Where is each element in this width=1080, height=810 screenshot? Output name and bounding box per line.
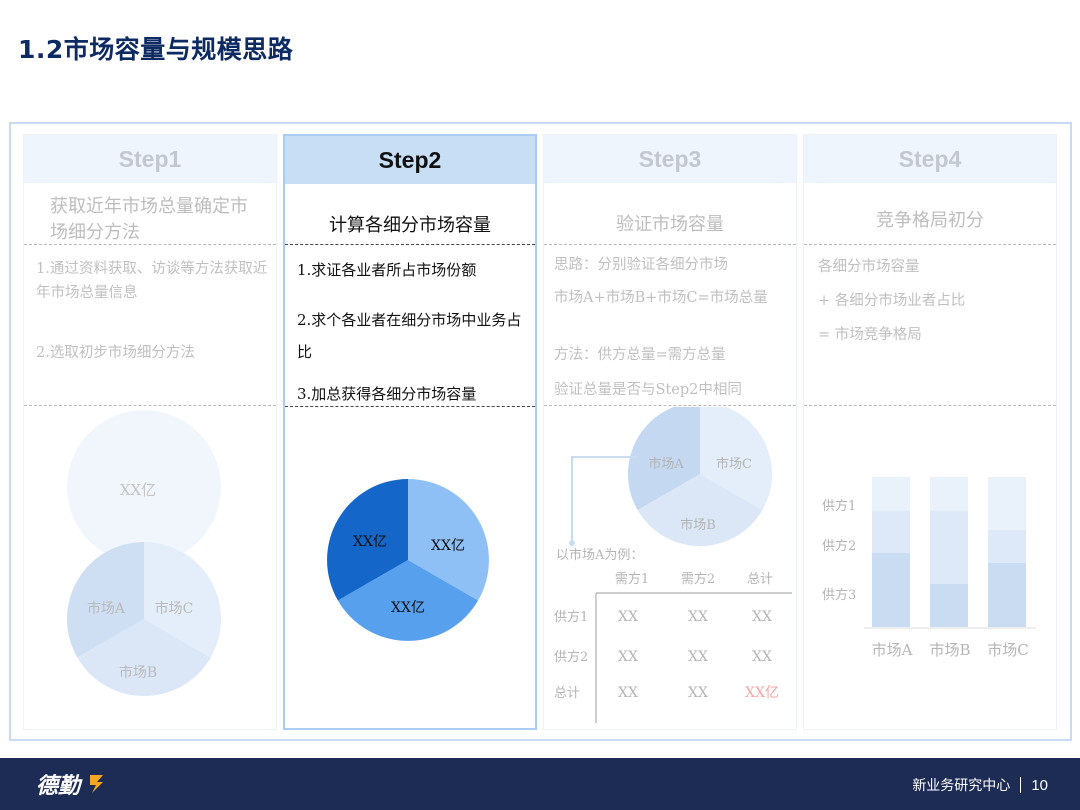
table-cell: XX: [688, 649, 708, 665]
segment-pie: 市场A 市场C 市场B: [66, 542, 222, 697]
segment-pie: 市场A 市场C 市场B: [628, 407, 772, 547]
pie-label: 市场A: [87, 600, 126, 617]
step1-header: Step1: [24, 135, 276, 183]
bar-segment: [872, 511, 910, 553]
step3-subtitle: 验证市场容量: [616, 214, 724, 235]
series-label: 供方2: [822, 538, 856, 554]
divider: [544, 405, 796, 406]
table-cell: XX: [752, 609, 772, 625]
bar-segment: [930, 477, 968, 511]
step1-subtitle: 获取近年市场总量确定市场细分方法: [50, 196, 248, 243]
step3-item: 市场A+市场B+市场C=市场总量: [554, 290, 768, 306]
pie-label: 市场C: [155, 600, 194, 617]
pie-label: XX亿: [431, 538, 465, 554]
example-label: 以市场A为例：: [556, 547, 643, 563]
step4-subtitle: 竞争格局初分: [876, 210, 984, 231]
pie-label: 市场B: [119, 664, 157, 681]
table-col-header: 需方1: [615, 571, 649, 587]
bar-segment: [930, 511, 968, 584]
table-cell: XX: [688, 609, 708, 625]
step4-header: Step4: [804, 135, 1056, 183]
category-label: 市场B: [929, 641, 970, 659]
divider: [804, 244, 1056, 245]
step2-subtitle: 计算各细分市场容量: [329, 215, 491, 236]
table-cell: XX: [752, 649, 772, 665]
step3-header: Step3: [544, 135, 796, 183]
step1-item: 2.选取初步市场细分方法: [36, 345, 195, 361]
table-cell-total: XX亿: [745, 685, 779, 701]
footer-bar: 德勤 新业务研究中心 10: [0, 758, 1080, 810]
divider: [285, 406, 535, 407]
logo-arrow-icon: [90, 775, 103, 793]
step1-column: Step1 获取近年市场总量确定市场细分方法 1.通过资料获取、访谈等方法获取近…: [23, 134, 277, 730]
divider: [24, 405, 276, 406]
table-row-label: 供方1: [554, 609, 588, 625]
step4-column: Step4 竞争格局初分 各细分市场容量 + 各细分市场业者占比 = 市场竞争格…: [803, 134, 1057, 730]
pie-label: XX亿: [391, 600, 425, 616]
bar-segment: [872, 553, 910, 627]
step4-item: = 市场竞争格局: [818, 327, 922, 343]
divider: [804, 405, 1056, 406]
footer-separator: [1020, 777, 1022, 793]
step1-item: 1.通过资料获取、访谈等方法获取近年市场总量信息: [36, 261, 268, 301]
series-label: 供方1: [822, 498, 856, 514]
step2-item: 3.加总获得各细分市场容量: [297, 385, 477, 403]
step2-header: Step2: [285, 136, 535, 184]
table-row-label: 供方2: [554, 649, 588, 665]
table-col-header: 总计: [747, 572, 773, 587]
company-logo: 德勤: [36, 774, 81, 799]
step2-pie-chart: XX亿 XX亿 XX亿: [327, 479, 489, 641]
step3-item: 验证总量是否与Step2中相同: [554, 382, 742, 398]
table-cell: XX: [618, 609, 638, 625]
step3-column: Step3 验证市场容量 思路：分别验证各细分市场 市场A+市场B+市场C=市场…: [543, 134, 797, 730]
steps-frame: Step1 获取近年市场总量确定市场细分方法 1.通过资料获取、访谈等方法获取近…: [9, 122, 1072, 741]
step4-bar-chart: 供方1 供方2 供方3 市场A 市场B 市场C: [822, 477, 1036, 659]
bar-segment: [930, 584, 968, 627]
divider: [544, 244, 796, 245]
step3-item: 思路：分别验证各细分市场: [554, 257, 728, 273]
bar-segment: [988, 530, 1026, 563]
step1-graphics: XX亿 市场A 市场C 市场B: [66, 410, 222, 697]
category-label: 市场C: [987, 641, 1028, 659]
pie-label: 市场C: [716, 456, 752, 472]
step2-column: Step2 计算各细分市场容量 1.求证各业者所占市场份额 2.求个各业者在细分…: [283, 134, 537, 730]
step2-item: 2.求个各业者在细分市场中业务占比: [297, 311, 522, 361]
pie-label: XX亿: [353, 534, 387, 550]
department-name: 新业务研究中心: [912, 778, 1011, 794]
step4-item: + 各细分市场业者占比: [818, 293, 966, 309]
step2-item: 1.求证各业者所占市场份额: [297, 261, 477, 279]
series-label: 供方3: [822, 587, 856, 603]
connector-dot: [569, 540, 575, 546]
divider: [24, 244, 276, 245]
bar-segment: [988, 477, 1026, 530]
table-cell: XX: [618, 685, 638, 701]
circle-label: XX亿: [120, 481, 156, 499]
pie-label: 市场B: [680, 517, 716, 533]
table-cell: XX: [618, 649, 638, 665]
step3-item: 方法：供方总量=需方总量: [554, 347, 726, 363]
divider: [285, 244, 535, 245]
table-row-label: 总计: [554, 686, 580, 701]
table-cell: XX: [688, 685, 708, 701]
page-title: 1.2市场容量与规模思路: [18, 35, 294, 64]
table-col-header: 需方2: [681, 571, 715, 587]
bar-segment: [988, 563, 1026, 627]
step3-graphics: 市场A 市场C 市场B 以市场A为例： 需方1 需方2 总计 供方1 XX XX…: [554, 407, 792, 723]
step4-item: 各细分市场容量: [818, 259, 920, 275]
page-number: 10: [1031, 776, 1048, 794]
pie-label: 市场A: [648, 456, 684, 472]
bar-segment: [872, 477, 910, 511]
category-label: 市场A: [872, 641, 913, 659]
